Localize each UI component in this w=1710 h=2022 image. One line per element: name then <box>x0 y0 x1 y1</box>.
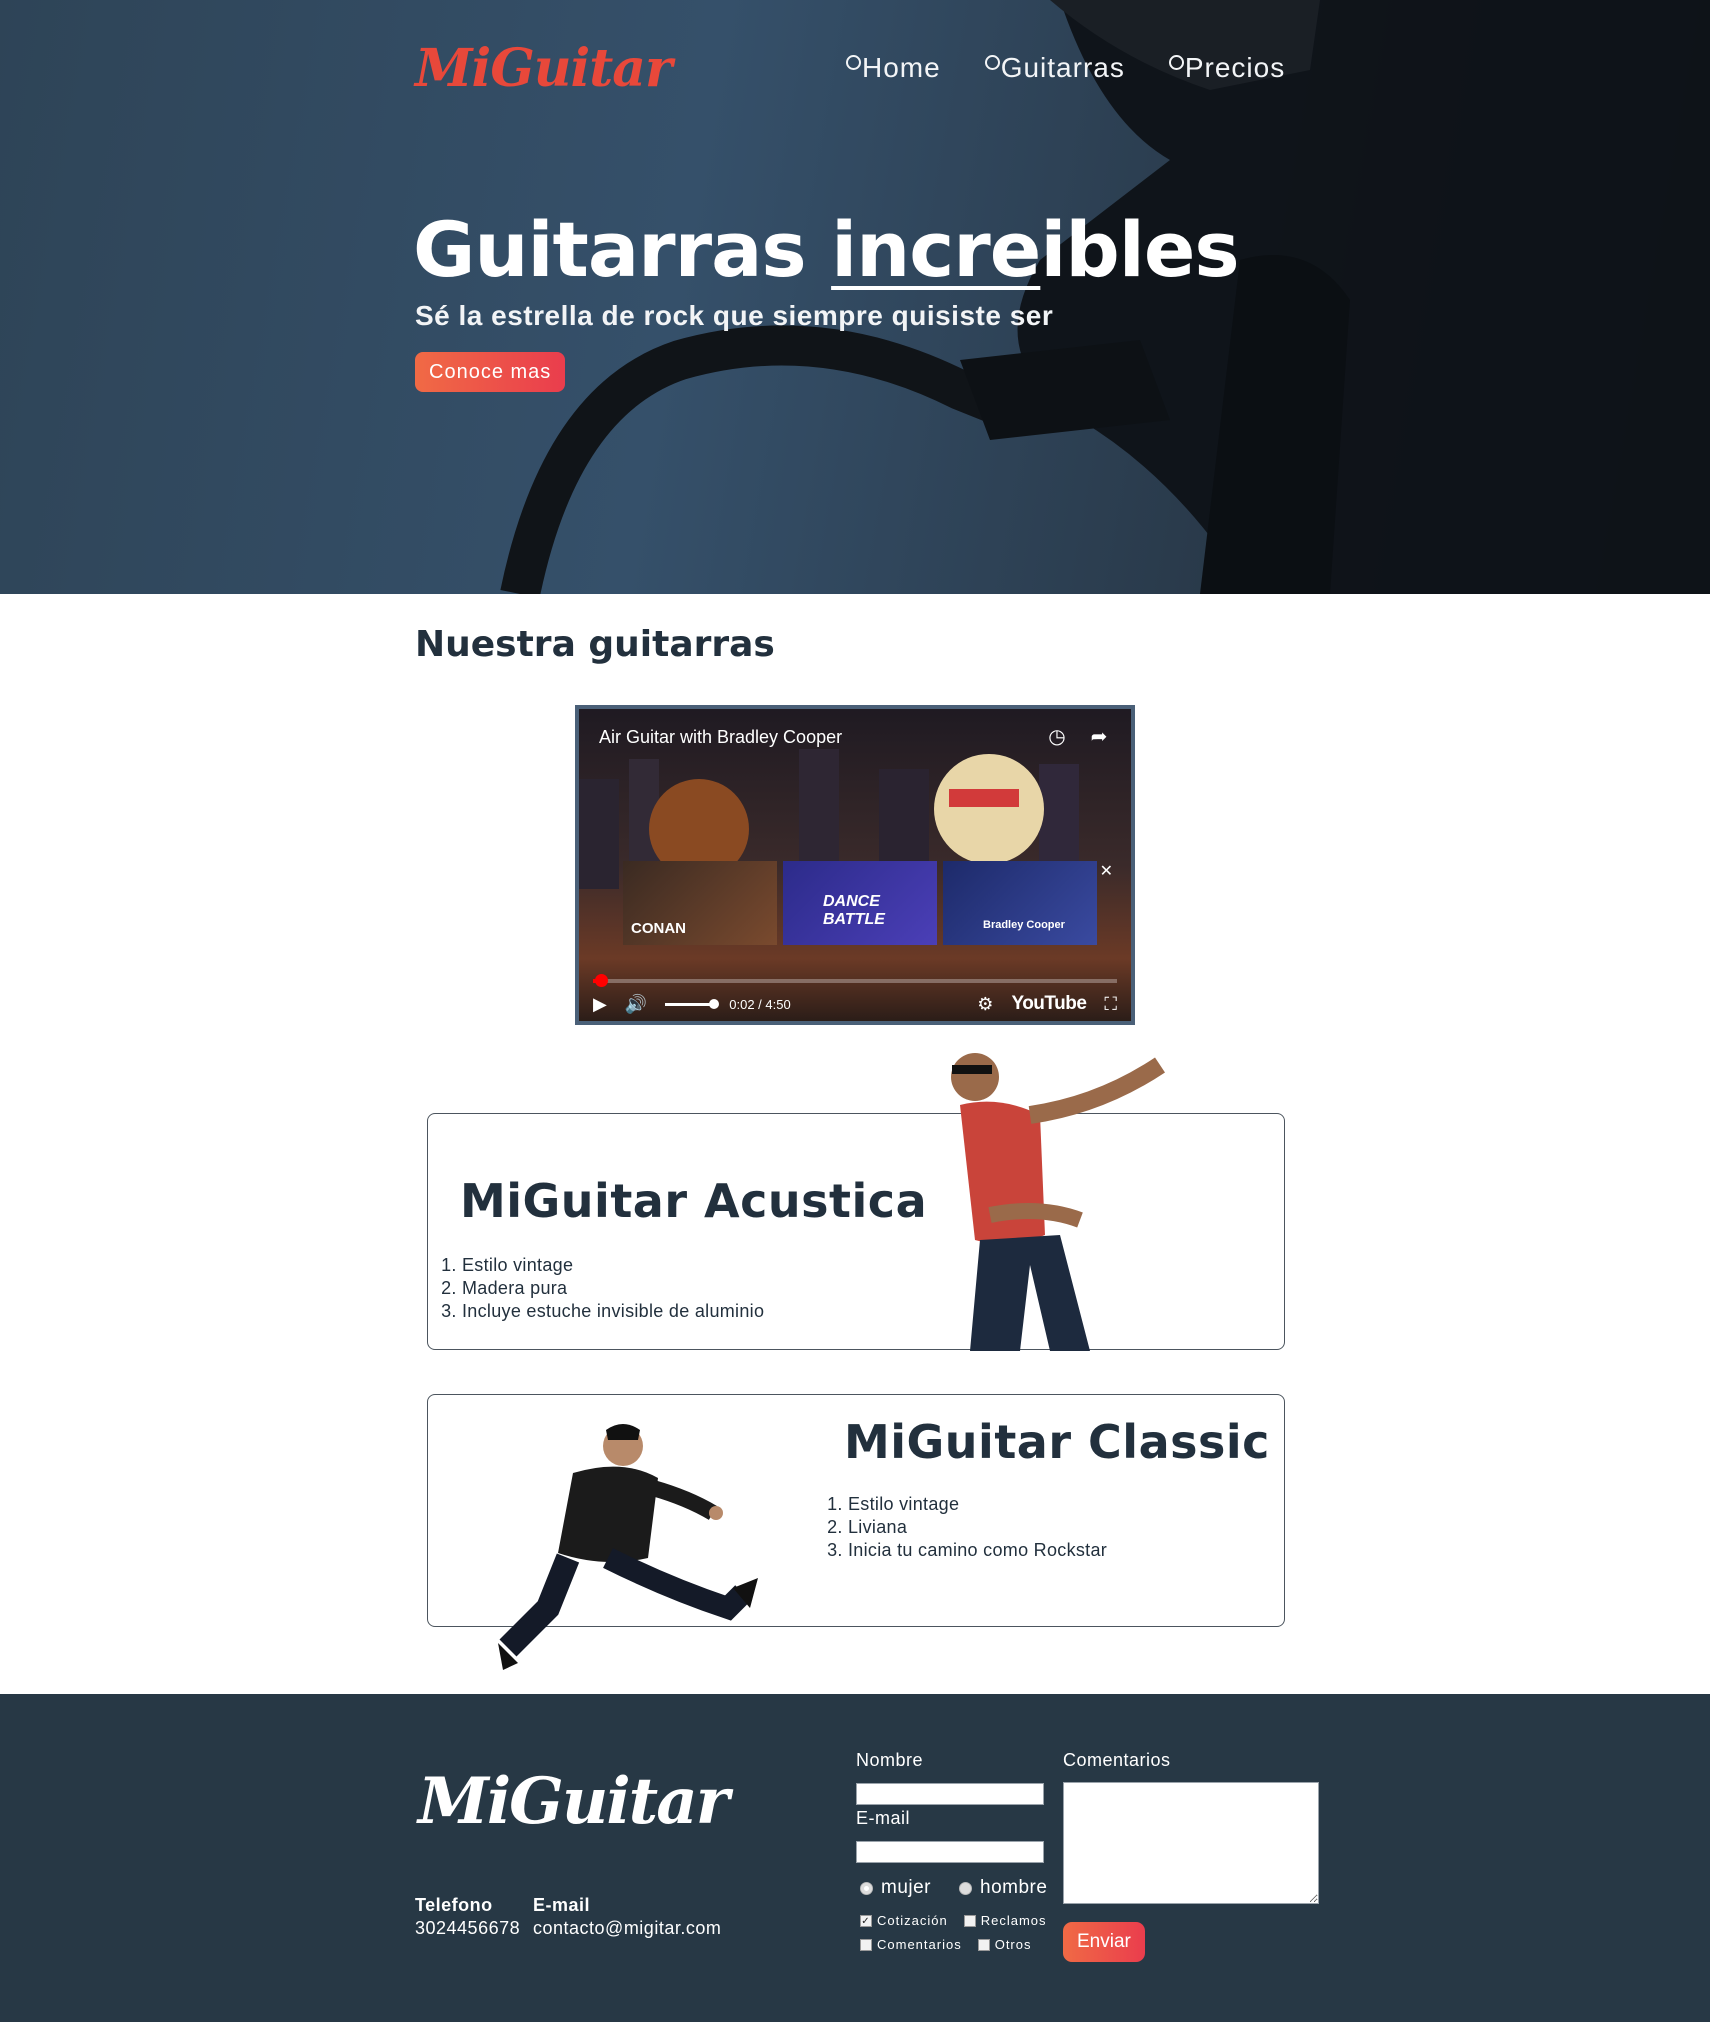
hero-title-end: ibles <box>1040 205 1239 294</box>
conoce-mas-button[interactable]: Conoce mas <box>415 352 566 392</box>
hero-title: Guitarras increibles <box>413 205 1240 294</box>
checkbox-label: Cotización <box>877 1913 948 1928</box>
video-controls: ▶ 🔊 0:02 / 4:50 ⚙ YouTube ⛶ <box>593 989 1117 1019</box>
nav-item-home[interactable]: Home <box>846 52 941 84</box>
radio-mujer[interactable] <box>860 1881 873 1895</box>
nav-item-guitarras[interactable]: Guitarras <box>984 52 1125 84</box>
jumping-man-image <box>498 1424 758 1670</box>
checkbox-otros[interactable] <box>977 1938 990 1951</box>
suggested-video[interactable]: DANCE BATTLE <box>783 861 937 945</box>
phone-value: 3024456678 <box>415 1918 521 1938</box>
close-icon[interactable]: ✕ <box>1100 861 1113 881</box>
name-field[interactable] <box>856 1783 1044 1805</box>
nav-label: Precios <box>1184 52 1286 83</box>
hero-title-underlined: incre <box>831 205 1041 294</box>
nav-bullet-icon <box>1168 55 1184 70</box>
feature-item: Estilo vintage <box>462 1254 764 1277</box>
clock-icon[interactable]: ◷ <box>1045 725 1069 749</box>
volume-slider[interactable] <box>665 998 720 1009</box>
suggested-videos: CONAN DANCE BATTLE Bradley Cooper <box>623 861 1097 945</box>
email-field-label: E-mail <box>856 1808 911 1828</box>
nav-label: Home <box>862 52 941 83</box>
radio-hombre[interactable] <box>959 1881 973 1895</box>
video-top-actions: ◷ ➦ <box>1045 725 1111 749</box>
checkbox-row: Comentarios Otros <box>860 1937 1032 1952</box>
feature-item: Incluye estuche invisible de aluminio <box>462 1300 764 1323</box>
product-features: Estilo vintage Madera pura Incluye estuc… <box>442 1254 764 1323</box>
product-features: Estilo vintage Liviana Inicia tu camino … <box>828 1493 1107 1562</box>
feature-item: Madera pura <box>462 1277 764 1300</box>
air-guitar-man-image <box>951 1053 1165 1351</box>
video-title[interactable]: Air Guitar with Bradley Cooper <box>599 727 842 748</box>
video-time: 0:02 / 4:50 <box>729 996 791 1012</box>
suggested-video-label: DANCE BATTLE <box>823 893 885 928</box>
play-icon[interactable]: ▶ <box>593 994 607 1015</box>
nav-bullet-icon <box>846 55 861 70</box>
phone-label: Telefono <box>415 1895 493 1915</box>
radio-label: hombre <box>980 1877 1048 1898</box>
checkbox-label: Otros <box>994 1937 1032 1952</box>
gender-radio-group: mujer hombre <box>860 1877 1047 1899</box>
brand-logo[interactable]: MiGuitar <box>415 38 672 99</box>
hero-subtitle: Sé la estrella de rock que siempre quisi… <box>415 300 1054 331</box>
hero-title-start: Guitarras <box>413 205 832 294</box>
video-scrubber-handle[interactable] <box>595 974 608 987</box>
email-field[interactable] <box>856 1841 1044 1863</box>
feature-item: Estilo vintage <box>848 1493 1107 1516</box>
video-player[interactable]: Air Guitar with Bradley Cooper ◷ ➦ CONAN… <box>575 705 1135 1025</box>
settings-icon[interactable]: ⚙ <box>977 994 993 1015</box>
name-label: Nombre <box>856 1750 924 1770</box>
feature-item: Inicia tu camino como Rockstar <box>848 1539 1107 1562</box>
checkbox-cotizacion[interactable]: ✓ <box>860 1914 872 1927</box>
product-name: MiGuitar Acustica <box>460 1174 928 1228</box>
suggested-video-label: Bradley Cooper <box>983 919 1065 931</box>
comments-textarea[interactable] <box>1063 1782 1319 1904</box>
main-nav: Home Guitarras Precios <box>846 52 1285 84</box>
radio-label: mujer <box>881 1877 932 1898</box>
video-progress-bar[interactable] <box>593 974 1117 987</box>
youtube-logo[interactable]: YouTube <box>1011 993 1086 1015</box>
checkbox-label: Reclamos <box>980 1913 1047 1928</box>
comments-label: Comentarios <box>1063 1750 1171 1770</box>
email-label: E-mail <box>533 1895 591 1915</box>
footer-logo[interactable]: MiGuitar <box>418 1764 729 1839</box>
suggested-video[interactable]: CONAN <box>623 861 777 945</box>
checkbox-label: Comentarios <box>877 1937 962 1952</box>
fullscreen-icon[interactable]: ⛶ <box>1104 994 1117 1015</box>
section-title: Nuestra guitarras <box>415 624 775 665</box>
suggested-video[interactable]: Bradley Cooper <box>943 861 1097 945</box>
share-icon[interactable]: ➦ <box>1087 725 1111 749</box>
contact-phone: Telefono 3024456678 <box>415 1894 520 1940</box>
hero-section: MiGuitar Home Guitarras Precios Guitarra… <box>0 0 1710 594</box>
suggested-video-label: CONAN <box>631 920 686 937</box>
nav-item-precios[interactable]: Precios <box>1168 52 1286 84</box>
nav-bullet-icon <box>984 55 1000 70</box>
checkbox-row: ✓ Cotización Reclamos <box>860 1913 1047 1928</box>
feature-item: Liviana <box>848 1516 1107 1539</box>
footer: MiGuitar Telefono 3024456678 E-mail cont… <box>0 1694 1710 2022</box>
video-controls-right: ⚙ YouTube ⛶ <box>977 993 1117 1015</box>
nav-label: Guitarras <box>1000 52 1125 83</box>
checkbox-comentarios[interactable] <box>860 1938 872 1951</box>
volume-icon[interactable]: 🔊 <box>625 994 647 1015</box>
enviar-button[interactable]: Enviar <box>1063 1922 1145 1962</box>
product-name: MiGuitar Classic <box>844 1415 1270 1469</box>
hero-guitarist-image <box>500 0 1710 594</box>
contact-email: E-mail contacto@migitar.com <box>533 1894 721 1940</box>
checkbox-reclamos[interactable] <box>963 1914 976 1927</box>
email-value[interactable]: contacto@migitar.com <box>533 1917 721 1940</box>
